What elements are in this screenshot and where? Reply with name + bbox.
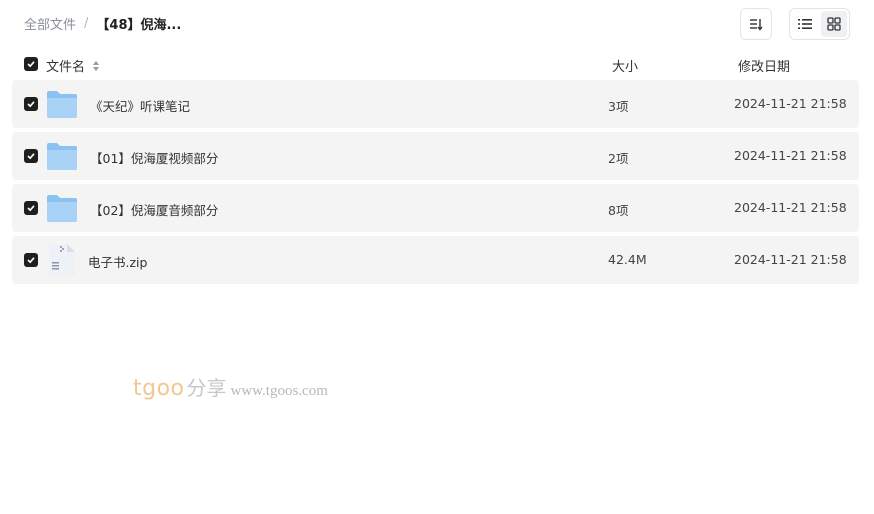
- check-icon: [27, 205, 35, 212]
- top-bar: 全部文件 / 【48】倪海...: [0, 0, 874, 48]
- list-view-icon: [798, 19, 813, 29]
- sort-icon: [750, 19, 763, 31]
- column-name-label: 文件名: [46, 60, 86, 75]
- check-icon: [27, 153, 35, 160]
- row-checkbox[interactable]: [24, 201, 38, 215]
- table-row[interactable]: 【01】倪海厦视频部分 2项 2024-11-21 21:58: [12, 132, 859, 180]
- table-row[interactable]: 【02】倪海厦音频部分 8项 2024-11-21 21:58: [12, 184, 859, 232]
- file-date: 2024-11-21 21:58: [734, 148, 847, 163]
- file-size: 2项: [608, 151, 629, 166]
- column-header-size[interactable]: 大小: [612, 56, 638, 75]
- file-date: 2024-11-21 21:58: [734, 252, 847, 267]
- watermark-brand: tgoo: [133, 376, 185, 401]
- breadcrumb-root-link[interactable]: 全部文件: [24, 14, 76, 33]
- file-date: 2024-11-21 21:58: [734, 200, 847, 215]
- check-icon: [27, 101, 35, 108]
- folder-icon: [47, 143, 77, 170]
- folder-icon: [47, 195, 77, 222]
- file-name[interactable]: 【02】倪海厦音频部分: [90, 200, 218, 219]
- file-name[interactable]: 《天纪》听课笔记: [90, 96, 190, 115]
- select-all-checkbox[interactable]: [24, 57, 38, 71]
- list-view-button[interactable]: [792, 11, 819, 37]
- sort-button[interactable]: [740, 8, 772, 40]
- file-date: 2024-11-21 21:58: [734, 96, 847, 111]
- file-name[interactable]: 【01】倪海厦视频部分: [90, 148, 218, 167]
- watermark-url: www.tgoos.com: [230, 383, 328, 399]
- table-row[interactable]: 《天纪》听课笔记 3项 2024-11-21 21:58: [12, 80, 859, 128]
- grid-view-button[interactable]: [820, 11, 847, 37]
- sort-toggle-icon: [93, 61, 100, 71]
- column-header-name[interactable]: 文件名: [46, 56, 100, 75]
- grid-view-icon: [827, 17, 841, 31]
- row-checkbox[interactable]: [24, 149, 38, 163]
- check-icon: [27, 61, 35, 68]
- watermark: tgoo 分享 www.tgoos.com: [133, 372, 328, 401]
- file-size: 42.4M: [608, 252, 647, 267]
- breadcrumb-separator: /: [84, 16, 89, 31]
- file-name[interactable]: 电子书.zip: [88, 252, 147, 271]
- table-row[interactable]: 电子书.zip 42.4M 2024-11-21 21:58: [12, 236, 859, 284]
- table-header: 文件名 大小 修改日期: [12, 50, 859, 78]
- view-toggle-group: [789, 8, 850, 40]
- file-size: 8项: [608, 203, 629, 218]
- zip-file-icon: [49, 244, 75, 276]
- column-header-date[interactable]: 修改日期: [738, 56, 790, 75]
- row-checkbox[interactable]: [24, 253, 38, 267]
- breadcrumb: 全部文件 / 【48】倪海...: [24, 14, 181, 33]
- folder-icon: [47, 91, 77, 118]
- watermark-share: 分享: [186, 376, 227, 400]
- check-icon: [27, 257, 35, 264]
- file-size: 3项: [608, 99, 629, 114]
- row-checkbox[interactable]: [24, 97, 38, 111]
- breadcrumb-current: 【48】倪海...: [96, 18, 182, 33]
